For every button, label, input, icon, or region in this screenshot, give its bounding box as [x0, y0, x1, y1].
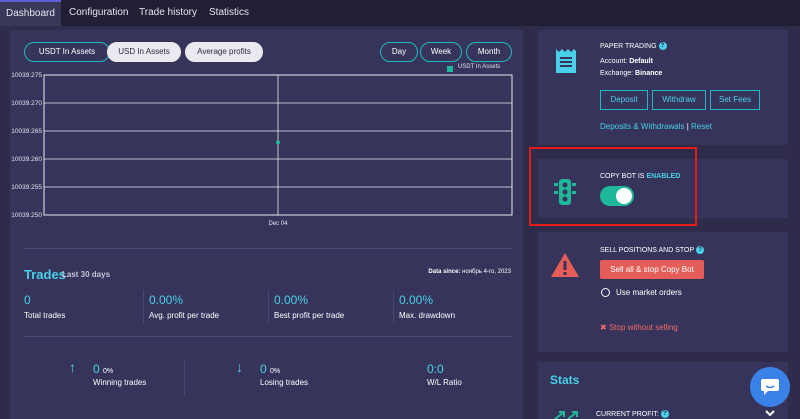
winning-pct: 0% — [103, 368, 114, 375]
winning-count-value: 0 — [93, 362, 100, 376]
chevron-down-icon[interactable] — [765, 410, 775, 417]
y-tick-label: 10039.265 — [11, 128, 42, 135]
winning-count: 0 0% — [93, 362, 113, 376]
trend-arrow-icon — [554, 411, 578, 419]
total-trades-value: 0 — [24, 293, 31, 307]
help-icon[interactable]: ? — [658, 42, 667, 50]
warning-icon — [551, 253, 579, 277]
sell-positions-card: SELL POSITIONS AND STOP? Sell all & stop… — [538, 232, 788, 352]
exchange-value: Binance — [635, 70, 663, 77]
receipt-icon — [556, 49, 576, 73]
current-profit-text: CURRENT PROFIT: — [596, 410, 659, 418]
help-icon[interactable]: ? — [660, 410, 669, 418]
y-tick-label: 10039.260 — [11, 156, 42, 163]
y-tick-label: 10039.250 — [11, 212, 42, 219]
account-line: Account: Default — [600, 58, 653, 65]
exchange-line: Exchange: Binance — [600, 70, 662, 77]
x-tick-label: Dec 04 — [268, 221, 288, 227]
section-divider — [24, 248, 512, 249]
close-icon: ✖ — [600, 323, 607, 332]
chat-bubble-icon — [761, 379, 779, 395]
tab-trade-history[interactable]: Trade history — [139, 0, 197, 26]
data-since-label: Data since: — [428, 269, 461, 275]
set-fees-button[interactable]: Set Fees — [710, 90, 760, 110]
deposit-button[interactable]: Deposit — [600, 90, 648, 110]
stop-without-selling-link[interactable]: ✖ Stop without selling — [600, 323, 678, 332]
y-tick-label: 10039.255 — [11, 184, 42, 191]
section-divider — [24, 336, 512, 337]
withdraw-button[interactable]: Withdraw — [652, 90, 706, 110]
stat-separator — [143, 290, 144, 324]
wl-ratio-label: W/L Ratio — [427, 378, 462, 387]
losing-pct: 0% — [270, 368, 281, 375]
highlight-box — [529, 147, 697, 226]
sell-positions-title-text: SELL POSITIONS AND STOP — [600, 246, 695, 254]
help-icon[interactable]: ? — [696, 246, 705, 254]
avg-profit-value: 0.00% — [149, 293, 184, 307]
dashboard-panel: USDT In Assets USD In Assets Average pro… — [10, 30, 523, 419]
tab-statistics[interactable]: Statistics — [209, 0, 249, 26]
chart-plot: 10039.275 10039.270 10039.265 10039.260 1003… — [11, 72, 513, 227]
account-label: Account: — [600, 58, 628, 65]
winning-trades-label: Winning trades — [93, 378, 147, 387]
avg-profit-label: Avg. profit per trade — [149, 311, 220, 320]
paper-trading-title-text: PAPER TRADING — [600, 42, 657, 50]
wl-ratio-value: 0:0 — [427, 362, 444, 376]
losing-count-value: 0 — [260, 362, 267, 376]
market-orders-radio[interactable] — [601, 288, 610, 297]
losing-trades-label: Losing trades — [260, 378, 309, 387]
exchange-label: Exchange: — [600, 70, 634, 77]
stat-separator — [268, 290, 269, 324]
link-separator: | — [686, 122, 689, 131]
account-value: Default — [629, 58, 653, 65]
tab-configuration[interactable]: Configuration — [69, 0, 128, 26]
current-profit-label: CURRENT PROFIT:? — [596, 410, 669, 418]
sell-positions-title: SELL POSITIONS AND STOP? — [600, 246, 705, 254]
data-since: Data since: ноябрь 4-го, 2023 — [428, 269, 511, 275]
paper-trading-title: PAPER TRADING? — [600, 42, 667, 50]
arrow-up-icon: ↑ — [69, 359, 76, 375]
arrow-down-icon: ↓ — [236, 359, 243, 375]
market-orders-label: Use market orders — [616, 288, 682, 297]
best-profit-value: 0.00% — [274, 293, 309, 307]
stop-without-selling-text: Stop without selling — [608, 323, 678, 332]
y-tick-label: 10039.270 — [11, 100, 42, 107]
chart-area: 10039.275 10039.270 10039.265 10039.260 1003… — [11, 72, 513, 227]
trades-subtitle: Last 30 days — [62, 270, 111, 279]
data-point — [276, 140, 280, 145]
stats-title: Stats — [550, 373, 580, 387]
losing-count: 0 0% — [260, 362, 280, 376]
max-drawdown-value: 0.00% — [399, 293, 434, 307]
stat-separator — [184, 360, 185, 396]
deposits-withdrawals-link[interactable]: Deposits & Withdrawals — [600, 122, 684, 131]
data-since-value: ноябрь 4-го, 2023 — [462, 269, 511, 275]
chat-button[interactable] — [750, 367, 790, 407]
sell-all-stop-button[interactable]: Sell all & stop Copy Bot — [600, 260, 704, 279]
trades-title: Trades — [24, 267, 66, 282]
stat-separator — [393, 290, 394, 324]
max-drawdown-label: Max. drawdown — [399, 311, 456, 320]
paper-trading-card: PAPER TRADING? Account: Default Exchange… — [538, 30, 788, 145]
best-profit-label: Best profit per trade — [274, 311, 345, 320]
total-trades-label: Total trades — [24, 311, 66, 320]
tab-dashboard[interactable]: Dashboard — [0, 0, 61, 26]
tab-bar: Dashboard Configuration Trade history St… — [0, 0, 800, 26]
deposit-links: Deposits & Withdrawals | Reset — [600, 122, 712, 131]
reset-link[interactable]: Reset — [691, 122, 712, 131]
y-tick-label: 10039.275 — [11, 72, 42, 79]
